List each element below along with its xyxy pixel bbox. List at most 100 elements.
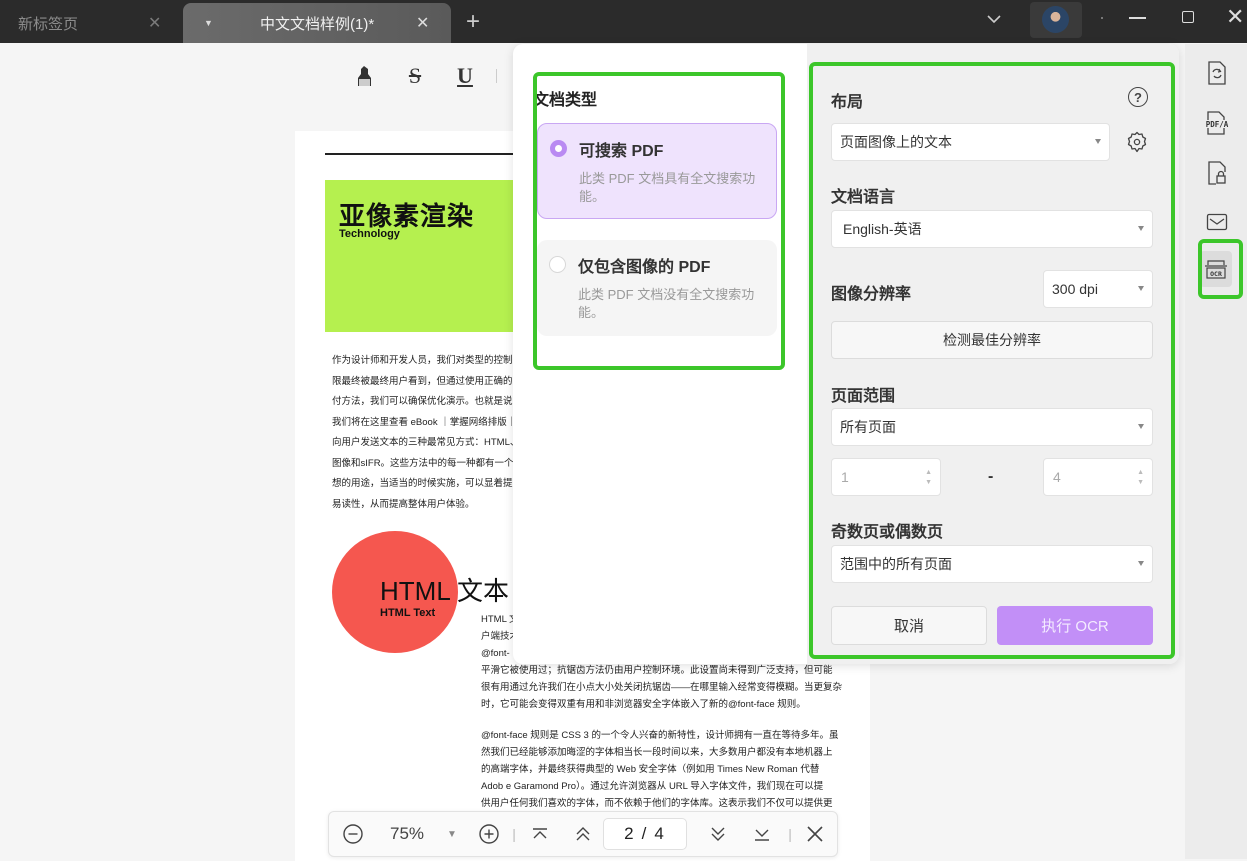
underline-button[interactable]: U xyxy=(440,61,490,91)
highlight-button[interactable] xyxy=(340,61,390,91)
dropdown-caret-icon xyxy=(1138,561,1144,566)
zoom-out-icon xyxy=(343,824,363,844)
account-button[interactable] xyxy=(1030,2,1082,38)
doc-type-label: 可搜索 PDF xyxy=(579,143,664,160)
total-pages: 4 xyxy=(654,824,666,843)
tab-close-icon[interactable]: ✕ xyxy=(416,13,429,33)
close-icon xyxy=(807,826,823,842)
maximize-icon[interactable] xyxy=(1182,11,1194,23)
sidebar-item-convert[interactable] xyxy=(1204,59,1230,87)
language-label: 文档语言 xyxy=(831,189,896,206)
text-line: @font-face 规则是 CSS 3 的一个令人兴奋的新特性，设计师拥有一直… xyxy=(481,730,839,741)
gear-icon[interactable] xyxy=(1125,130,1149,154)
tab-close-icon[interactable]: ✕ xyxy=(148,13,161,33)
tab-menu-caret-icon[interactable]: ▼ xyxy=(204,18,213,28)
range-to-input[interactable]: 4 ▲ ▼ xyxy=(1043,458,1153,496)
text-line: 向用户发送文本的三种最常见方式：HTML、 xyxy=(332,437,520,448)
section-title: HTML 文本 xyxy=(380,576,510,606)
sidebar-item-pdfa[interactable]: PDF/A xyxy=(1204,109,1230,137)
layout-label: 布局 xyxy=(831,94,864,111)
sidebar-item-mail[interactable] xyxy=(1204,208,1230,236)
resolution-select[interactable]: 300 dpi xyxy=(1043,270,1153,308)
paragraph-1: 作为设计师和开发人员，我们对类型的控制有 限最终被最终用户看到，但通过使用正确的… xyxy=(332,351,532,515)
zoom-in-icon xyxy=(479,824,499,844)
avatar xyxy=(1042,6,1069,33)
help-icon[interactable]: ? xyxy=(1128,87,1148,107)
text-line: 供用户任何我们喜欢的字体，而不依赖于他们的字体库。这表示我们不仅可以提供更 xyxy=(481,798,833,809)
minimize-icon[interactable] xyxy=(1129,17,1146,19)
right-tool-sidebar: PDF/A OCR xyxy=(1185,44,1247,859)
close-nav-button[interactable] xyxy=(803,812,827,856)
resolution-label: 图像分辨率 xyxy=(831,286,912,303)
text-line: 付方法，我们可以确保优化演示。也就是说， xyxy=(332,396,523,407)
cancel-button[interactable]: 取消 xyxy=(831,606,987,645)
first-page-button[interactable] xyxy=(529,812,551,856)
window-close-icon[interactable]: ✕ xyxy=(1226,4,1244,30)
title-bar: 新标签页 ✕ ▼ 中文文档样例(1)* ✕ + ✕ xyxy=(0,0,1247,43)
last-page-button[interactable] xyxy=(751,812,773,856)
layout-value: 页面图像上的文本 xyxy=(840,134,952,150)
strikethrough-icon: S xyxy=(408,63,422,88)
document-type-title: 文档类型 xyxy=(533,92,598,109)
text-line: 然我们已经能够添加晦涩的字体相当长一段时间以来，大多数用户都没有本地机器上 xyxy=(481,747,833,758)
zoom-level[interactable]: 75% xyxy=(387,812,427,856)
page-number-input[interactable]: 2 / 4 xyxy=(603,818,687,850)
dropdown-caret-icon xyxy=(1138,226,1144,231)
dropdown-caret-icon xyxy=(1095,139,1101,144)
current-page: 2 xyxy=(624,824,636,843)
radio-unselected[interactable] xyxy=(549,256,566,273)
doc-type-desc: 此类 PDF 文档具有全文搜索功能。 xyxy=(579,171,756,204)
doc-type-label: 仅包含图像的 PDF xyxy=(578,259,711,276)
sidebar-item-protect[interactable] xyxy=(1204,159,1230,187)
ocr-icon: OCR xyxy=(1205,260,1227,279)
chevron-down-icon[interactable] xyxy=(985,10,1003,28)
text-line: 很有用通过允许我们在小点大小处关闭抗锯齿——在哪里输入经常变得模糊。当更复杂 xyxy=(481,682,843,693)
zoom-in-button[interactable] xyxy=(477,812,501,856)
odd-even-value: 范围中的所有页面 xyxy=(840,556,952,572)
resolution-value: 300 dpi xyxy=(1052,281,1098,297)
tab-document[interactable]: ▼ 中文文档样例(1)* ✕ xyxy=(183,3,451,43)
tab-label: 新标签页 xyxy=(18,15,79,33)
range-from-value: 1 xyxy=(841,469,849,485)
double-chevron-down-icon xyxy=(711,827,725,841)
strikethrough-button[interactable]: S xyxy=(390,61,440,91)
add-tab-icon[interactable]: + xyxy=(466,8,480,36)
banner-subtitle: Technology xyxy=(339,228,400,240)
doc-type-searchable-pdf[interactable]: 可搜索 PDF 此类 PDF 文档具有全文搜索功能。 xyxy=(537,123,777,219)
highlighter-icon xyxy=(358,66,371,86)
zoom-dropdown-icon[interactable]: ▼ xyxy=(445,812,459,856)
zoom-out-button[interactable] xyxy=(341,812,365,856)
dropdown-caret-icon xyxy=(1138,424,1144,429)
sidebar-item-ocr[interactable]: OCR xyxy=(1200,251,1232,287)
previous-page-button[interactable] xyxy=(572,812,594,856)
text-line: 想的用途，当适当的时候实施，可以显着提高 xyxy=(332,478,523,489)
language-select[interactable]: English-英语 xyxy=(831,210,1153,248)
paragraph-3: @font-face 规则是 CSS 3 的一个令人兴奋的新特性，设计师拥有一直… xyxy=(481,727,861,812)
toolbar-divider: | xyxy=(788,826,792,842)
radio-selected[interactable] xyxy=(550,140,567,157)
page-range-value: 所有页面 xyxy=(840,419,896,435)
page-range-select[interactable]: 所有页面 xyxy=(831,408,1153,446)
format-toolbar: S U xyxy=(340,58,503,94)
text-line: Adob e Garamond Pro）。通过允许浏览器从 URL 导入字体文件… xyxy=(481,781,824,792)
page-range-label: 页面范围 xyxy=(831,388,896,405)
spinner-icon[interactable]: ▲ ▼ xyxy=(925,468,932,488)
svg-text:OCR: OCR xyxy=(1210,270,1222,278)
odd-even-select[interactable]: 范围中的所有页面 xyxy=(831,545,1153,583)
layout-select[interactable]: 页面图像上的文本 xyxy=(831,123,1110,161)
text-line: 平滑它被使用过；抗锯齿方法仍由用户控制环境。此设置尚未得到广泛支持，但可能 xyxy=(481,665,833,676)
detect-resolution-button[interactable]: 检测最佳分辨率 xyxy=(831,321,1153,359)
text-line: 的高端字体，并最终获得典型的 Web 安全字体（例如用 Times New Ro… xyxy=(481,764,820,775)
spinner-icon[interactable]: ▲ ▼ xyxy=(1137,468,1144,488)
next-page-button[interactable] xyxy=(707,812,729,856)
range-from-input[interactable]: 1 ▲ ▼ xyxy=(831,458,941,496)
doc-type-image-only-pdf[interactable]: 仅包含图像的 PDF 此类 PDF 文档没有全文搜索功能。 xyxy=(537,240,777,336)
svg-text:PDF/A: PDF/A xyxy=(1206,120,1229,129)
run-ocr-button[interactable]: 执行 OCR xyxy=(997,606,1153,645)
odd-even-label: 奇数页或偶数页 xyxy=(831,524,944,541)
page-nav-toolbar: 75% ▼ | 2 / 4 | xyxy=(328,811,838,857)
underline-icon: U xyxy=(457,63,473,88)
tab-new-tab[interactable]: 新标签页 ✕ xyxy=(0,3,183,43)
separator-dot xyxy=(1101,17,1103,19)
pdfa-icon: PDF/A xyxy=(1204,111,1230,135)
